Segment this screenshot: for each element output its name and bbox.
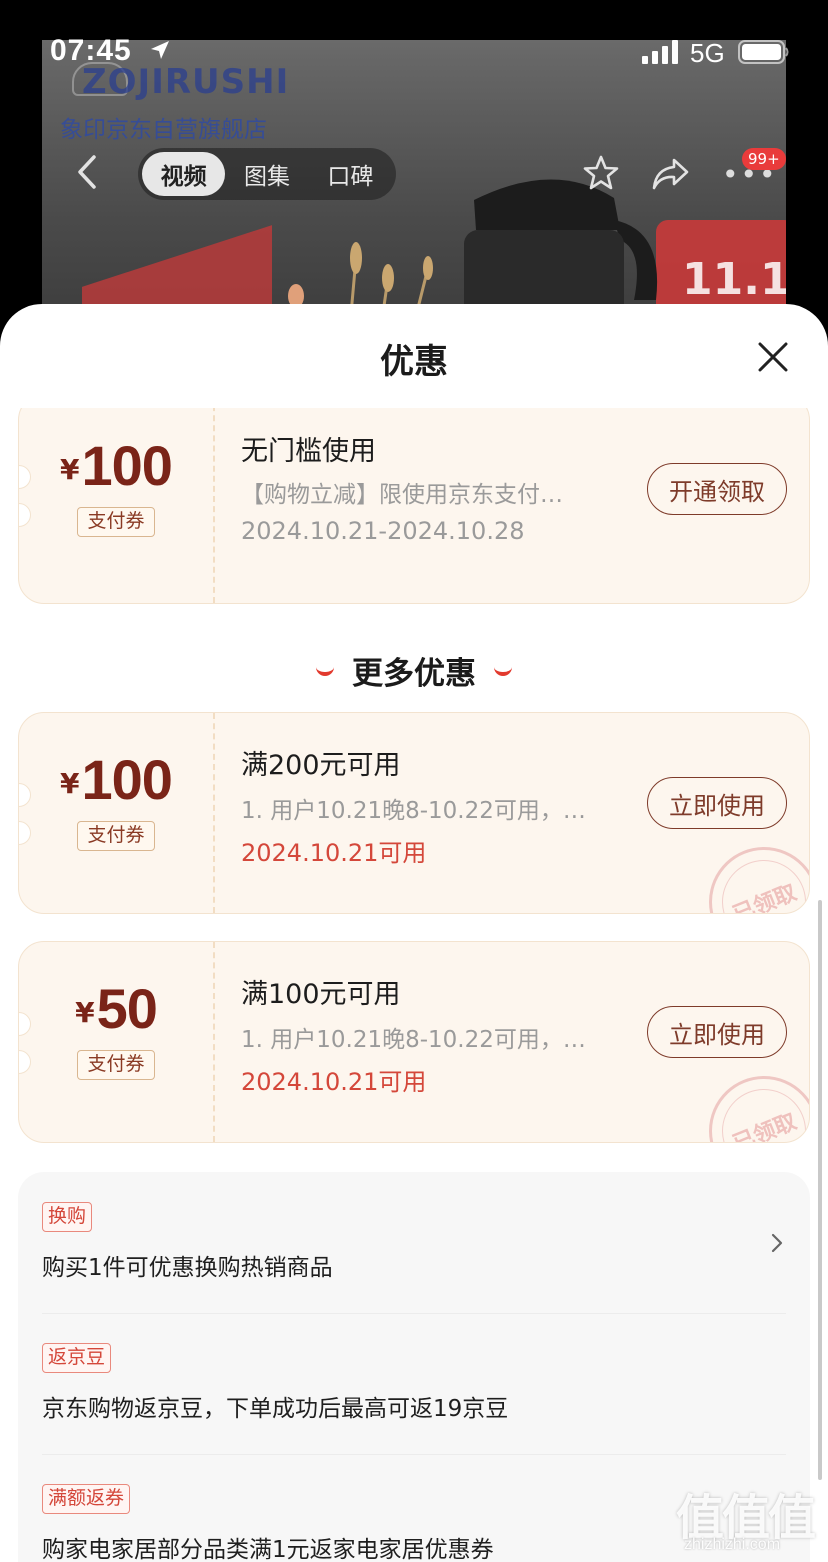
coupon-date: 2024.10.21-2024.10.28 [241, 517, 525, 545]
benefit-text: 购家电家居部分品类满1元返家电家居优惠券 [42, 1537, 494, 1562]
activate-claim-button[interactable]: 开通领取 [647, 463, 787, 515]
status-bar: 07:45 5G [0, 0, 828, 100]
sheet-scroll-area[interactable]: ¥100 支付券 无门槛使用 【购物立减】限使用京东支付… 2024.10.21… [0, 408, 828, 1562]
smile-deco-icon [316, 666, 334, 676]
promo-11-text-right: 11.11 [682, 254, 786, 305]
coupon-value-area: ¥50 支付券 [19, 942, 213, 1142]
close-icon[interactable] [756, 340, 790, 374]
benefit-tag: 换购 [42, 1202, 93, 1232]
currency-symbol: ¥ [60, 767, 80, 800]
coupon-type-tag: 支付券 [77, 507, 155, 537]
coupon-divider [213, 408, 215, 603]
coupon-description: 1. 用户10.21晚8-10.22可用，… [241, 798, 586, 824]
scrollbar[interactable] [818, 900, 822, 1480]
coupon-type-tag: 支付券 [77, 821, 155, 851]
use-now-button[interactable]: 立即使用 [647, 1006, 787, 1058]
coupon-description: 1. 用户10.21晚8-10.22可用，… [241, 1027, 586, 1053]
coupon-card: ¥100 支付券 满200元可用 1. 用户10.21晚8-10.22可用，… … [18, 712, 810, 914]
claimed-stamp-ring [709, 847, 809, 913]
star-icon[interactable] [582, 154, 620, 192]
coupon-amount: ¥50 [19, 976, 213, 1041]
coupon-divider [213, 713, 215, 913]
share-icon[interactable] [650, 156, 690, 192]
coupon-value-area: ¥100 支付券 [19, 713, 213, 913]
coupon-amount: ¥100 [19, 747, 213, 812]
amount-value: 50 [96, 977, 158, 1040]
coupon-amount: ¥100 [19, 433, 213, 498]
coupon-date: 2024.10.21可用 [241, 839, 427, 867]
amount-value: 100 [81, 434, 173, 497]
currency-symbol: ¥ [75, 996, 95, 1029]
claimed-stamp-ring [709, 1076, 809, 1142]
chevron-right-icon[interactable] [770, 1232, 784, 1254]
benefit-tag: 返京豆 [42, 1343, 112, 1373]
benefit-item-jingdou: 返京豆 京东购物返京豆，下单成功后最高可返19京豆 [18, 1313, 810, 1454]
coupon-card: ¥100 支付券 无门槛使用 【购物立减】限使用京东支付… 2024.10.21… [18, 408, 810, 604]
currency-symbol: ¥ [60, 453, 80, 486]
benefit-item-exchange[interactable]: 换购 购买1件可优惠换购热销商品 [18, 1172, 810, 1313]
store-name[interactable]: 象印京东自营旗舰店 [60, 110, 267, 144]
sheet-title: 优惠 [380, 342, 448, 382]
claimed-stamp: 已领取 [692, 1059, 809, 1142]
back-icon[interactable] [76, 154, 98, 190]
use-now-button[interactable]: 立即使用 [647, 777, 787, 829]
media-tab-switcher: 视频 图集 口碑 [138, 148, 396, 200]
message-count-badge: 99+ [742, 148, 786, 170]
benefit-tag: 满额返券 [42, 1484, 131, 1514]
watermark-url: zhizhizhi.com [684, 1536, 781, 1553]
more-discounts-header: 更多优惠 [0, 648, 828, 693]
coupon-value-area: ¥100 支付券 [19, 408, 213, 603]
signal-icon [642, 40, 678, 64]
battery-icon [738, 40, 789, 64]
location-arrow-icon [151, 41, 169, 59]
amount-value: 100 [81, 748, 173, 811]
coupon-title: 满200元可用 [241, 750, 401, 781]
smile-deco-icon [494, 666, 512, 676]
coupon-date: 2024.10.21可用 [241, 1068, 427, 1096]
tab-gallery[interactable]: 图集 [225, 152, 308, 196]
coupon-title: 无门槛使用 [241, 436, 376, 467]
benefit-text: 购买1件可优惠换购热销商品 [42, 1255, 333, 1281]
tab-reviews[interactable]: 口碑 [309, 152, 392, 196]
coupon-title: 满100元可用 [241, 979, 401, 1010]
more-discounts-label: 更多优惠 [352, 656, 476, 692]
coupon-card: ¥50 支付券 满100元可用 1. 用户10.21晚8-10.22可用，… 2… [18, 941, 810, 1143]
benefit-text: 京东购物返京豆，下单成功后最高可返19京豆 [42, 1396, 509, 1422]
tab-video[interactable]: 视频 [142, 152, 226, 196]
status-time: 07:45 [50, 34, 132, 67]
coupon-type-tag: 支付券 [77, 1050, 155, 1080]
claimed-stamp: 已领取 [692, 830, 809, 913]
network-type: 5G [690, 38, 725, 68]
coupon-description: 【购物立减】限使用京东支付… [241, 482, 563, 508]
coupon-divider [213, 942, 215, 1142]
discount-sheet: 优惠 ¥100 支付券 无门槛使用 【购物立减】限使用京东支付… 2024.10… [0, 304, 828, 1562]
